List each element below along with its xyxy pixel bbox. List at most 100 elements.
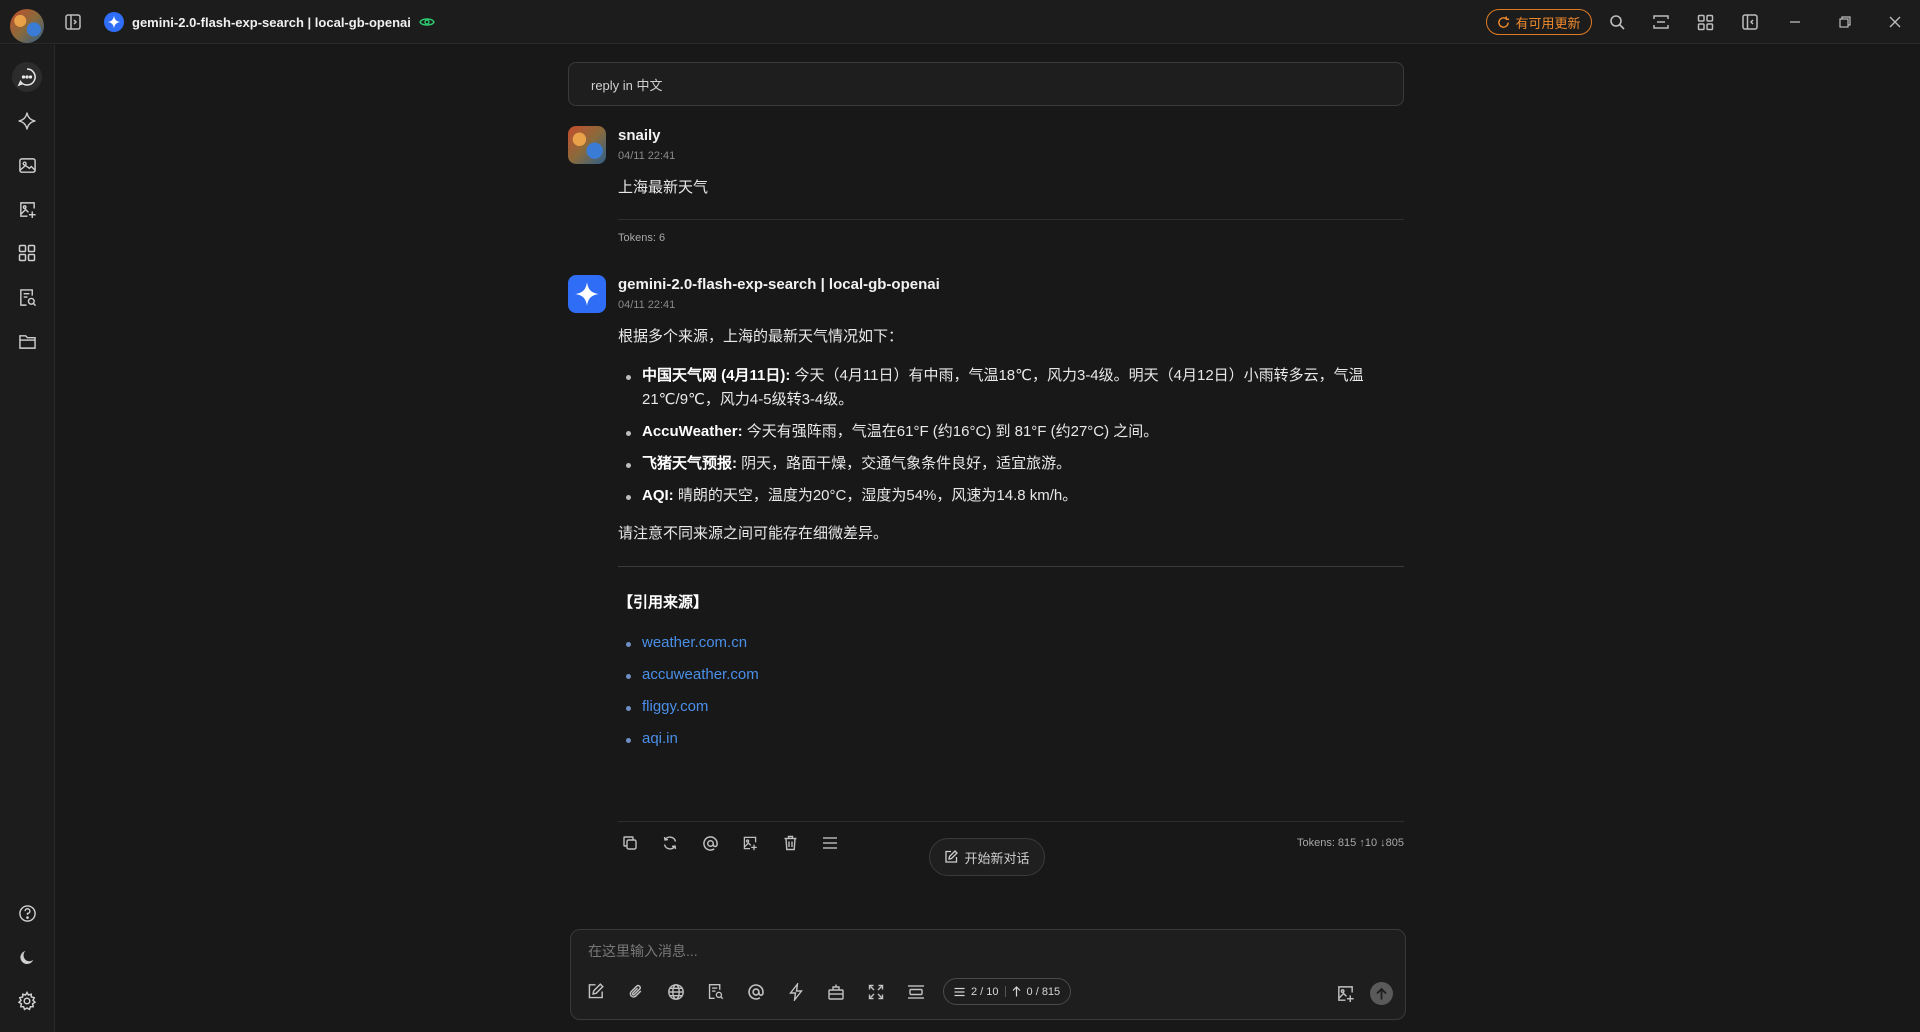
eye-icon[interactable] xyxy=(419,16,435,28)
update-label: 有可用更新 xyxy=(1515,15,1581,31)
settings-button[interactable] xyxy=(12,986,42,1016)
more-menu-button[interactable] xyxy=(818,831,842,855)
point-text: 阴天，路面干燥，交通气象条件良好，适宜旅游。 xyxy=(737,455,1072,472)
user-avatar[interactable] xyxy=(10,9,44,43)
image-edit-icon xyxy=(1337,985,1354,1002)
context-icon xyxy=(907,984,924,999)
paperclip-icon xyxy=(629,984,642,998)
sparkle-icon xyxy=(18,112,36,130)
source-item: aqi.in xyxy=(618,727,1404,751)
image-icon xyxy=(18,157,36,173)
panel-toggle-icon[interactable] xyxy=(1739,11,1761,33)
model-title[interactable]: gemini-2.0-flash-exp-search | local-gb-o… xyxy=(104,12,435,32)
toolbox-icon xyxy=(827,984,844,1000)
user-message-time: 04/11 22:41 xyxy=(618,150,676,162)
sidebar-item-image-edit[interactable] xyxy=(12,194,42,224)
help-button[interactable] xyxy=(12,898,42,928)
image-generate-button[interactable] xyxy=(738,831,762,855)
sidebar-item-chat[interactable] xyxy=(12,62,42,92)
web-search-button[interactable] xyxy=(663,979,688,1004)
new-topic-button[interactable] xyxy=(583,979,608,1004)
globe-icon xyxy=(667,983,684,1000)
minimize-icon[interactable] xyxy=(1784,11,1806,33)
gemini-icon xyxy=(104,12,124,32)
at-icon xyxy=(747,983,764,1000)
user-message-tokens: Tokens: 6 xyxy=(618,232,666,244)
input-toolbar: 2 / 10 0 / 815 xyxy=(583,978,1072,1005)
help-icon xyxy=(18,904,36,922)
edit-icon xyxy=(588,983,604,999)
mcp-tools-button[interactable] xyxy=(823,979,848,1004)
sidebar-item-files[interactable] xyxy=(12,326,42,356)
grid-icon[interactable] xyxy=(1694,11,1716,33)
title-bar: gemini-2.0-flash-exp-search | local-gb-o… xyxy=(0,0,1920,44)
assistant-note: 请注意不同来源之间可能存在细微差异。 xyxy=(618,525,889,542)
apps-icon xyxy=(18,244,36,262)
update-available-button[interactable]: 有可用更新 xyxy=(1486,9,1592,35)
source-item: fliggy.com xyxy=(618,695,1404,719)
point-label: AccuWeather: xyxy=(642,423,743,440)
model-title-text: gemini-2.0-flash-exp-search | local-gb-o… xyxy=(132,14,411,30)
user-name: snaily xyxy=(618,127,661,144)
pill-divider xyxy=(1004,986,1006,997)
previous-message-text: reply in 中文 xyxy=(591,77,663,93)
point-label: 中国天气网 (4月11日): xyxy=(642,367,791,384)
expand-icon xyxy=(868,984,883,999)
theme-toggle[interactable] xyxy=(12,942,42,972)
delete-button[interactable] xyxy=(778,831,802,855)
source-link[interactable]: aqi.in xyxy=(642,730,678,747)
arrow-up-icon xyxy=(1012,986,1020,997)
at-icon xyxy=(702,835,718,851)
quick-phrases-button[interactable] xyxy=(783,979,808,1004)
source-link[interactable]: weather.com.cn xyxy=(642,634,747,651)
mention-button[interactable] xyxy=(698,831,722,855)
source-link[interactable]: fliggy.com xyxy=(642,698,708,715)
chat-icon xyxy=(17,68,36,87)
arrow-up-icon xyxy=(1376,987,1387,999)
folder-icon xyxy=(18,334,36,349)
send-button[interactable] xyxy=(1370,982,1393,1005)
sidebar xyxy=(0,45,55,1032)
close-icon[interactable] xyxy=(1884,11,1906,33)
source-item: weather.com.cn xyxy=(618,631,1404,655)
sidebar-item-images[interactable] xyxy=(12,150,42,180)
sidebar-toggle-icon[interactable] xyxy=(62,11,84,33)
point-label: 飞猪天气预报: xyxy=(642,455,737,472)
attach-button[interactable] xyxy=(623,979,648,1004)
knowledge-base-button[interactable] xyxy=(703,979,728,1004)
regenerate-button[interactable] xyxy=(658,831,682,855)
assistant-name: gemini-2.0-flash-exp-search | local-gb-o… xyxy=(618,276,940,293)
sources-title: 【引用来源】 xyxy=(618,594,709,611)
new-chat-button[interactable]: 开始新对话 xyxy=(929,838,1045,876)
search-icon[interactable] xyxy=(1606,11,1628,33)
sidebar-item-apps[interactable] xyxy=(12,238,42,268)
clear-context-button[interactable] xyxy=(903,979,928,1004)
gemini-avatar-icon xyxy=(568,275,606,313)
user-message-text: 上海最新天气 xyxy=(618,179,709,196)
assistant-message-tokens: Tokens: 815 ↑10 ↓805 xyxy=(1296,837,1404,849)
copy-button[interactable] xyxy=(618,831,642,855)
assistant-message-body: 根据多个来源，上海的最新天气情况如下： 中国天气网 (4月11日): 今天（4月… xyxy=(618,325,1404,759)
layout-icon[interactable] xyxy=(1650,11,1672,33)
expand-button[interactable] xyxy=(863,979,888,1004)
message-input[interactable]: 在这里输入消息... xyxy=(588,941,698,961)
mention-model-button[interactable] xyxy=(743,979,768,1004)
message-input-box: 在这里输入消息... 2 / 10 0 / 815 xyxy=(570,929,1406,1020)
image-edit-icon xyxy=(743,836,757,851)
point-text: 晴朗的天空，温度为20°C，湿度为54%，风速为14.8 km/h。 xyxy=(673,487,1078,504)
trash-icon xyxy=(784,835,796,851)
list-item: AQI: 晴朗的天空，温度为20°C，湿度为54%，风速为14.8 km/h。 xyxy=(618,484,1404,508)
token-count: 0 / 815 xyxy=(1026,985,1061,998)
new-chat-label: 开始新对话 xyxy=(964,850,1030,866)
sidebar-item-agents[interactable] xyxy=(12,106,42,136)
source-link[interactable]: accuweather.com xyxy=(642,666,759,683)
sidebar-item-knowledge[interactable] xyxy=(12,282,42,312)
image-generate-toggle[interactable] xyxy=(1333,981,1357,1005)
assistant-message: gemini-2.0-flash-exp-search | local-gb-o… xyxy=(568,275,1404,851)
gear-icon xyxy=(17,991,37,1011)
restore-icon[interactable] xyxy=(1834,11,1856,33)
document-search-icon xyxy=(708,984,724,1000)
refresh-icon xyxy=(663,836,677,850)
moon-icon xyxy=(19,950,33,964)
context-counter[interactable]: 2 / 10 0 / 815 xyxy=(943,978,1072,1005)
